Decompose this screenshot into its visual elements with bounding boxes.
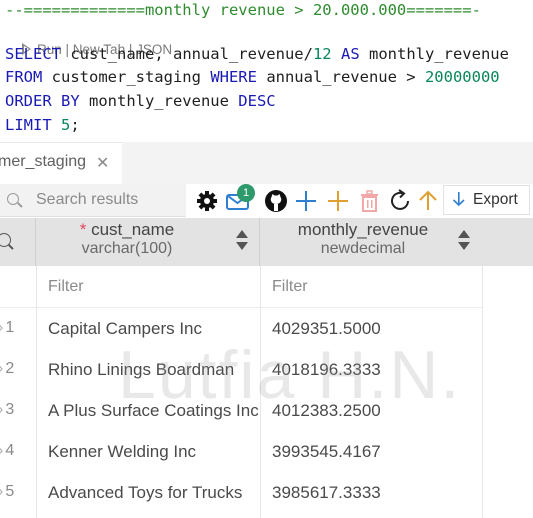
github-icon[interactable] [263, 186, 289, 214]
search-box [0, 184, 186, 217]
sql-text: cust_name, annual_revenue/ [61, 45, 313, 63]
column-type: varchar(100) [81, 240, 173, 257]
cell-cust-name[interactable]: Rhino Linings Boardman [48, 360, 258, 380]
row-number: ›4 [0, 442, 15, 459]
sql-keyword: AS [340, 45, 360, 63]
filter-row [0, 266, 533, 308]
column-name: monthly_revenue [252, 220, 474, 240]
cell-monthly-revenue[interactable]: 3985617.3333 [272, 483, 482, 503]
column-name: * cust_name [16, 220, 238, 240]
column-name-text: monthly_revenue [297, 220, 429, 239]
export-label: Export [473, 191, 518, 208]
column-divider [260, 266, 261, 518]
filter-input-cust-name[interactable] [37, 266, 258, 307]
results-grid: * cust_name varchar(100) monthly_revenue… [0, 218, 533, 518]
sql-number: 20000000 [424, 68, 500, 86]
row-divider [0, 307, 482, 308]
codelens-bar: Run | New Tab | JSON [7, 20, 172, 57]
grid-header: * cust_name varchar(100) monthly_revenue… [0, 218, 533, 266]
cell-cust-name[interactable]: A Plus Surface Coatings Inc [48, 401, 258, 421]
arrow-up-icon[interactable] [415, 186, 441, 214]
column-name-text: cust_name [91, 220, 175, 239]
required-marker: * [79, 220, 92, 239]
search-icon [0, 233, 11, 247]
search-icon [7, 193, 19, 205]
cell-cust-name[interactable]: Advanced Toys for Trucks [48, 483, 258, 503]
column-divider [36, 266, 37, 518]
row-number: ›5 [0, 483, 15, 500]
sql-text: annual_revenue > [256, 68, 425, 86]
sql-line-select: SELECT cust_name, annual_revenue/12 AS m… [5, 42, 509, 66]
table-row[interactable]: ›4 Kenner Welding Inc 3993545.4167 [0, 432, 533, 473]
sql-keyword: SELECT [5, 45, 61, 63]
sql-text: monthly_revenue [359, 45, 509, 63]
column-divider [482, 266, 483, 518]
sql-line-from: FROM customer_staging WHERE annual_reven… [5, 65, 500, 89]
sql-text: ; [70, 116, 80, 134]
sql-line-order: ORDER BY monthly_revenue DESC [5, 89, 276, 113]
cell-monthly-revenue[interactable]: 3993545.4167 [272, 442, 482, 462]
sql-line-limit: LIMIT 5; [5, 113, 80, 137]
table-row[interactable]: ›2 Rhino Linings Boardman 4018196.3333 [0, 350, 533, 391]
add-column-icon[interactable] [325, 186, 351, 214]
export-arrow-icon [452, 192, 465, 207]
search-results-input[interactable] [30, 187, 186, 213]
sort-icon[interactable] [458, 230, 470, 252]
table-row[interactable]: ›3 A Plus Surface Coatings Inc 4012383.2… [0, 391, 533, 432]
add-row-icon[interactable] [293, 186, 319, 214]
cell-monthly-revenue[interactable]: 4029351.5000 [272, 319, 482, 339]
tab-results[interactable]: mer_staging ✕ [0, 142, 122, 185]
trash-icon[interactable] [357, 186, 383, 214]
cell-monthly-revenue[interactable]: 4012383.2500 [272, 401, 482, 421]
sql-text: monthly_revenue [79, 92, 239, 110]
sql-keyword: LIMIT [5, 116, 52, 134]
row-number: ›2 [0, 360, 15, 377]
notification-badge: 1 [237, 184, 255, 202]
refresh-icon[interactable] [388, 186, 414, 214]
filter-input-monthly-revenue[interactable] [261, 266, 482, 307]
export-button[interactable]: Export [443, 185, 530, 215]
sql-text: customer_staging [42, 68, 211, 86]
row-number: ›3 [0, 401, 15, 418]
sql-number: 5 [61, 116, 71, 134]
cell-cust-name[interactable]: Kenner Welding Inc [48, 442, 258, 462]
sql-editor[interactable]: --=============monthly revenue > 20.000.… [0, 0, 533, 142]
table-row[interactable]: ›5 Advanced Toys for Trucks 3985617.3333 [0, 473, 533, 514]
sql-keyword: FROM [5, 68, 43, 86]
sql-keyword: WHERE [210, 68, 257, 86]
sort-icon[interactable] [236, 230, 248, 252]
gear-icon[interactable] [195, 186, 221, 214]
cell-monthly-revenue[interactable]: 4018196.3333 [272, 360, 482, 380]
cell-cust-name[interactable]: Capital Campers Inc [48, 319, 258, 339]
column-header-monthly-revenue[interactable]: monthly_revenue newdecimal [260, 218, 482, 266]
close-icon[interactable]: ✕ [96, 153, 109, 172]
sql-keyword: ORDER BY [5, 92, 80, 110]
column-header-cust-name[interactable]: * cust_name varchar(100) [36, 218, 258, 266]
row-number: ›1 [0, 319, 15, 336]
results-tab-bar: mer_staging ✕ [0, 142, 533, 185]
sql-keyword: DESC [238, 92, 276, 110]
sql-number: 12 [312, 45, 332, 63]
sql-comment-line: --=============monthly revenue > 20.000.… [5, 1, 481, 19]
table-row[interactable]: ›1 Capital Campers Inc 4029351.5000 [0, 309, 533, 350]
tab-label: mer_staging [0, 153, 87, 170]
column-type: newdecimal [320, 240, 406, 257]
